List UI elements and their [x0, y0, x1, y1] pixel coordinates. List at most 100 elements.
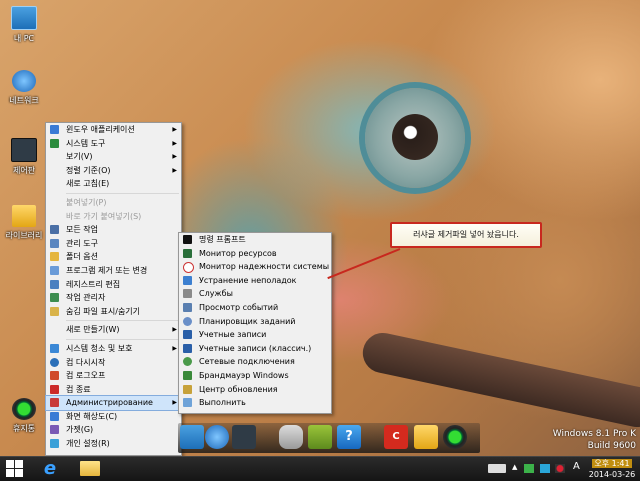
menu-item-resolution[interactable]: 화면 해상도(C)	[46, 410, 181, 424]
menu-item-logoff[interactable]: 컴 로그오프	[46, 369, 181, 383]
gadgets-icon	[50, 425, 59, 435]
recycle-bin-icon	[12, 398, 36, 420]
start-button[interactable]	[6, 460, 24, 478]
personalize-icon	[50, 439, 59, 449]
menu-item-personalize[interactable]: 개인 설정(R)	[46, 437, 181, 451]
callout-annotation: 러샤글 제거파일 넣어 놨읍니다.	[390, 222, 542, 248]
user-accounts-icon	[183, 330, 192, 340]
submenu-item-firewall[interactable]: Брандмауэр Windows	[179, 369, 331, 383]
submenu-item-resource-monitor[interactable]: Монитор ресурсов	[179, 247, 331, 261]
menu-item-folder-options[interactable]: 폴더 옵션	[46, 250, 181, 264]
menu-item-sort-by[interactable]: 정렬 기준(O) ▶	[46, 164, 181, 178]
power-icon	[50, 384, 59, 394]
menu-item-paste-shortcut: 바로 가기 붙여넣기(S)	[66, 211, 142, 221]
administration-icon	[50, 398, 59, 408]
all-tasks-icon	[50, 225, 59, 235]
resource-monitor-icon	[183, 248, 192, 258]
dock-recycle-icon[interactable]	[443, 425, 467, 449]
submenu-item-user-accounts-classic[interactable]: Учетные записи (классич.)	[179, 342, 331, 356]
dock-control-panel-icon[interactable]	[232, 425, 256, 449]
chevron-right-icon: ▶	[172, 126, 177, 133]
submenu-item-troubleshooting[interactable]: Устранение неполадок	[179, 274, 331, 288]
menu-item-registry[interactable]: 레지스트리 편집	[46, 278, 181, 292]
dock-ccleaner-icon[interactable]: C	[384, 425, 408, 449]
dock-monitor-icon[interactable]	[180, 425, 204, 449]
menu-item-programs[interactable]: 프로그램 제거 또는 변경	[46, 264, 181, 278]
network-icon	[12, 70, 36, 92]
menu-item-system-tools[interactable]: 시스템 도구 ▶	[46, 137, 181, 151]
menu-item-task-manager[interactable]: 작업 관리자	[46, 291, 181, 305]
menu-item-windows-apps[interactable]: 윈도우 애플리케이션 ▶	[46, 123, 181, 137]
menu-item-all-tasks[interactable]: 모든 작업	[46, 223, 181, 237]
registry-icon	[50, 279, 59, 289]
folder-options-icon	[50, 252, 59, 262]
desktop-icon-label: 네트워크	[9, 96, 39, 105]
dock-globe-icon[interactable]	[205, 425, 229, 449]
logoff-icon	[50, 371, 59, 381]
dock-gamepad-icon[interactable]	[279, 425, 303, 449]
menu-item-new[interactable]: 새로 만들기(W) ▶	[46, 323, 181, 337]
submenu-item-task-scheduler[interactable]: Планировщик заданий	[179, 315, 331, 329]
desktop-icon-label: 제어판	[12, 166, 36, 175]
submenu-item-network-connections[interactable]: Сетевые подключения	[179, 355, 331, 369]
submenu-item-event-viewer[interactable]: Просмотр событий	[179, 301, 331, 315]
security-tray-icon[interactable]	[555, 464, 565, 473]
internet-explorer-icon[interactable]: e	[40, 459, 60, 479]
chevron-right-icon: ▶	[172, 399, 177, 407]
run-icon	[183, 398, 192, 408]
file-explorer-icon[interactable]	[80, 461, 100, 476]
network-connections-icon	[183, 357, 192, 367]
tray-expand-icon[interactable]: ▲	[512, 463, 518, 475]
desktop-icon-libraries[interactable]: 라이브러리	[4, 205, 44, 241]
menu-item-restart[interactable]: 컴 다시시작	[46, 356, 181, 370]
desktop-icon-network[interactable]: 네트워크	[4, 70, 44, 106]
submenu-item-services[interactable]: Службы	[179, 287, 331, 301]
reliability-icon	[183, 262, 194, 274]
submenu-item-cmd[interactable]: 명령 프롬프트	[179, 233, 331, 247]
submenu-item-run[interactable]: Выполнить	[179, 396, 331, 410]
dock-help-icon[interactable]: ?	[337, 425, 361, 449]
menu-separator	[66, 338, 179, 340]
user-accounts-icon	[183, 343, 192, 353]
submenu-item-user-accounts[interactable]: Учетные записи	[179, 328, 331, 342]
windows-icon	[50, 125, 59, 134]
chevron-right-icon: ▶	[172, 326, 177, 334]
menu-separator	[66, 320, 179, 322]
task-manager-icon	[50, 293, 59, 303]
command-prompt-icon	[183, 235, 192, 244]
menu-item-administration[interactable]: Администрирование ▶	[45, 395, 182, 411]
tools-icon	[50, 138, 59, 148]
menu-item-hidden-files[interactable]: 숨김 파일 표시/숨기기	[46, 305, 181, 319]
administration-submenu: 명령 프롬프트 Монитор ресурсов Монитор надежно…	[178, 232, 332, 414]
submenu-item-windows-update[interactable]: Центр обновления	[179, 383, 331, 397]
clock-time: 오후 1:41	[592, 459, 632, 468]
desktop-icon-label: 라이브러리	[5, 231, 43, 240]
programs-icon	[50, 265, 59, 275]
menu-item-view[interactable]: 보기(V) ▶	[46, 150, 181, 164]
dock-folder-icon[interactable]	[414, 425, 438, 449]
control-panel-icon	[11, 138, 37, 162]
action-center-icon[interactable]	[524, 464, 534, 473]
firewall-icon	[183, 370, 192, 380]
keyboard-icon[interactable]	[488, 464, 506, 473]
menu-item-shutdown[interactable]: 컴 종료	[46, 383, 181, 397]
monitor-icon	[11, 6, 37, 30]
submenu-item-reliability-monitor[interactable]: Монитор надежности системы	[179, 260, 331, 274]
menu-item-paste: 붙여넣기(P)	[66, 197, 107, 207]
menu-item-gadgets[interactable]: 가젯(G)	[46, 423, 181, 437]
desktop-context-menu: 윈도우 애플리케이션 ▶ 시스템 도구 ▶ 보기(V) ▶ 정렬 기준(O) ▶ 새로 …	[45, 122, 182, 456]
menu-item-cleanup[interactable]: 시스템 청소 및 보호 ▶	[46, 342, 181, 356]
taskbar-clock[interactable]: 오후 1:41 2014-03-26	[588, 458, 636, 480]
clock-date: 2014-03-26	[588, 470, 636, 479]
menu-item-refresh[interactable]: 새로 고침(E)	[46, 177, 181, 191]
troubleshooting-icon	[183, 275, 192, 285]
dock-game-controller-icon[interactable]	[308, 425, 332, 449]
desktop-icon-control-panel[interactable]: 제어판	[4, 138, 44, 176]
ime-indicator[interactable]: A	[573, 461, 583, 473]
desktop-icon-this-pc[interactable]: 내 PC	[4, 6, 44, 44]
chevron-right-icon: ▶	[172, 166, 177, 174]
network-tray-icon[interactable]	[540, 464, 550, 473]
desktop-icon-recycle-bin[interactable]: 휴지통	[4, 398, 44, 434]
menu-item-admin-tools[interactable]: 관리 도구	[46, 237, 181, 251]
wallpaper-branch	[359, 329, 640, 431]
